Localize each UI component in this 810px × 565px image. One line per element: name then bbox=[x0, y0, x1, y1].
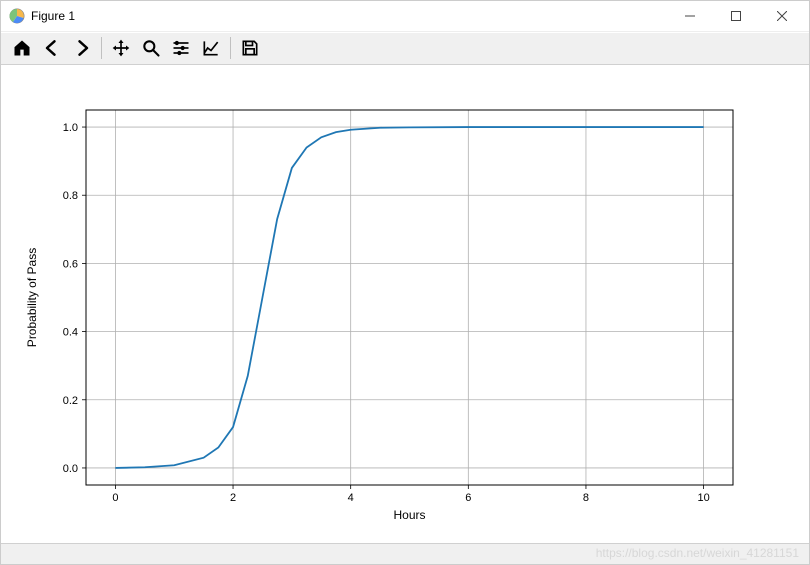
figure-canvas[interactable]: 0 2 4 6 8 10 0.0 0.2 0.4 0.6 0.8 1.0 Hours Probabilit… bbox=[1, 65, 809, 543]
window-title: Figure 1 bbox=[31, 9, 75, 23]
svg-text:4: 4 bbox=[348, 492, 354, 504]
home-icon bbox=[12, 38, 32, 58]
svg-text:1.0: 1.0 bbox=[63, 122, 78, 134]
svg-text:2: 2 bbox=[230, 492, 236, 504]
svg-text:6: 6 bbox=[465, 492, 471, 504]
pan-icon bbox=[111, 38, 131, 58]
save-icon bbox=[240, 38, 260, 58]
back-icon bbox=[42, 38, 62, 58]
statusbar bbox=[1, 543, 809, 564]
svg-text:0.0: 0.0 bbox=[63, 463, 78, 475]
subplots-icon bbox=[171, 38, 191, 58]
svg-text:Hours: Hours bbox=[393, 508, 425, 522]
svg-text:0.2: 0.2 bbox=[63, 394, 78, 406]
forward-icon bbox=[72, 38, 92, 58]
svg-text:0.6: 0.6 bbox=[63, 258, 78, 270]
svg-text:Probability of Pass: Probability of Pass bbox=[25, 247, 39, 346]
subplots-button[interactable] bbox=[166, 34, 196, 62]
forward-button[interactable] bbox=[67, 34, 97, 62]
mpl-toolbar bbox=[1, 32, 809, 65]
svg-text:8: 8 bbox=[583, 492, 589, 504]
maximize-icon bbox=[731, 11, 741, 21]
axes-icon bbox=[201, 38, 221, 58]
svg-text:10: 10 bbox=[697, 492, 709, 504]
pan-button[interactable] bbox=[106, 34, 136, 62]
matplotlib-icon bbox=[9, 8, 25, 24]
toolbar-separator bbox=[230, 37, 231, 59]
svg-text:0: 0 bbox=[112, 492, 118, 504]
chart-svg: 0 2 4 6 8 10 0.0 0.2 0.4 0.6 0.8 1.0 Hours Probabilit… bbox=[1, 65, 809, 543]
save-button[interactable] bbox=[235, 34, 265, 62]
maximize-button[interactable] bbox=[713, 1, 759, 31]
svg-text:0.8: 0.8 bbox=[63, 190, 78, 202]
close-icon bbox=[777, 11, 787, 21]
figure-window: Figure 1 bbox=[0, 0, 810, 565]
toolbar-separator bbox=[101, 37, 102, 59]
minimize-icon bbox=[685, 11, 695, 21]
axes-button[interactable] bbox=[196, 34, 226, 62]
back-button[interactable] bbox=[37, 34, 67, 62]
close-button[interactable] bbox=[759, 1, 805, 31]
zoom-button[interactable] bbox=[136, 34, 166, 62]
titlebar: Figure 1 bbox=[1, 1, 809, 32]
home-button[interactable] bbox=[7, 34, 37, 62]
svg-text:0.4: 0.4 bbox=[63, 326, 78, 338]
minimize-button[interactable] bbox=[667, 1, 713, 31]
zoom-icon bbox=[141, 38, 161, 58]
